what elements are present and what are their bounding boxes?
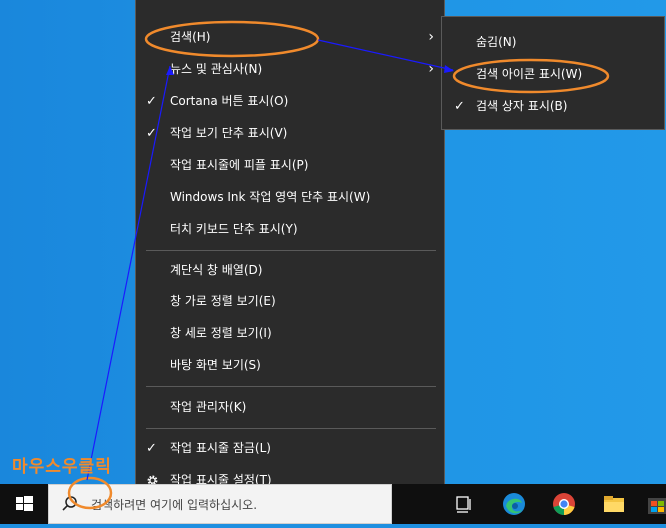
menu-item-label: 계단식 창 배열(D) (170, 263, 263, 277)
search-placeholder: 검색하려면 여기에 입력하십시오. (91, 498, 258, 512)
menu-separator (146, 250, 436, 251)
menu-item-label: 검색(H) (170, 30, 211, 44)
file-explorer-icon[interactable] (600, 490, 628, 518)
taskbar: 검색하려면 여기에 입력하십시오. (0, 484, 666, 524)
taskbar-search-box[interactable]: 검색하려면 여기에 입력하십시오. (48, 484, 392, 524)
checkmark-icon: ✓ (146, 94, 157, 109)
menu-item-task-view[interactable]: ✓ 작업 보기 단추 표시(V) (136, 118, 444, 149)
checkmark-icon: ✓ (454, 99, 465, 114)
search-submenu: 숨김(N) 검색 아이콘 표시(W) ✓ 검색 상자 표시(B) (441, 16, 665, 130)
menu-item-stacked[interactable]: 창 가로 정렬 보기(E) (136, 286, 444, 317)
menu-item-label: 작업 표시줄 잠금(L) (170, 441, 271, 455)
chevron-right-icon: › (428, 61, 434, 77)
menu-item-show-desktop[interactable]: 바탕 화면 보기(S) (136, 350, 444, 381)
windows-start-icon (16, 496, 33, 511)
menu-item-label: 바탕 화면 보기(S) (170, 358, 261, 372)
submenu-item-show-search-box[interactable]: ✓ 검색 상자 표시(B) (442, 91, 664, 122)
menu-item-news[interactable]: 뉴스 및 관심사(N) › (136, 54, 444, 85)
menu-item-people[interactable]: 작업 표시줄에 피플 표시(P) (136, 150, 444, 181)
checkmark-icon: ✓ (146, 126, 157, 141)
menu-item-windows-ink[interactable]: Windows Ink 작업 영역 단추 표시(W) (136, 182, 444, 213)
submenu-item-label: 숨김(N) (476, 35, 517, 49)
menu-item-label: 창 세로 정렬 보기(I) (170, 326, 272, 340)
menu-item-search[interactable]: 검색(H) › (136, 22, 444, 53)
menu-item-touch-keyboard[interactable]: 터치 키보드 단추 표시(Y) (136, 214, 444, 245)
start-button[interactable] (0, 484, 48, 524)
menu-item-label: 작업 표시줄에 피플 표시(P) (170, 158, 309, 172)
submenu-item-hidden[interactable]: 숨김(N) (442, 27, 664, 58)
menu-item-label: 창 가로 정렬 보기(E) (170, 294, 276, 308)
task-view-icon[interactable] (450, 490, 478, 518)
menu-item-label: Cortana 버튼 표시(O) (170, 94, 289, 108)
edge-icon[interactable] (500, 490, 528, 518)
menu-item-task-manager[interactable]: 작업 관리자(K) (136, 392, 444, 423)
menu-separator (146, 428, 436, 429)
menu-item-lock-taskbar[interactable]: ✓ 작업 표시줄 잠금(L) (136, 433, 444, 464)
taskbar-context-menu: 검색(H) › 뉴스 및 관심사(N) › ✓ Cortana 버튼 표시(O)… (135, 0, 445, 504)
annotation-label: 마우스우클릭 (12, 457, 112, 477)
menu-separator (146, 386, 436, 387)
checkmark-icon: ✓ (146, 441, 157, 456)
chrome-icon[interactable] (550, 490, 578, 518)
menu-item-label: 작업 보기 단추 표시(V) (170, 126, 288, 140)
menu-item-cortana[interactable]: ✓ Cortana 버튼 표시(O) (136, 86, 444, 117)
submenu-item-label: 검색 아이콘 표시(W) (476, 67, 583, 81)
menu-item-label: 작업 관리자(K) (170, 400, 247, 414)
menu-item-side-by-side[interactable]: 창 세로 정렬 보기(I) (136, 318, 444, 349)
menu-item-label: 뉴스 및 관심사(N) (170, 62, 263, 76)
submenu-item-show-search-icon[interactable]: 검색 아이콘 표시(W) (442, 59, 664, 90)
search-icon (62, 496, 77, 511)
menu-item-label: 터치 키보드 단추 표시(Y) (170, 222, 298, 236)
chevron-right-icon: › (428, 29, 434, 45)
store-icon[interactable] (645, 490, 666, 518)
submenu-item-label: 검색 상자 표시(B) (476, 99, 568, 113)
menu-item-cascade[interactable]: 계단식 창 배열(D) (136, 255, 444, 286)
menu-item-label: Windows Ink 작업 영역 단추 표시(W) (170, 190, 371, 204)
